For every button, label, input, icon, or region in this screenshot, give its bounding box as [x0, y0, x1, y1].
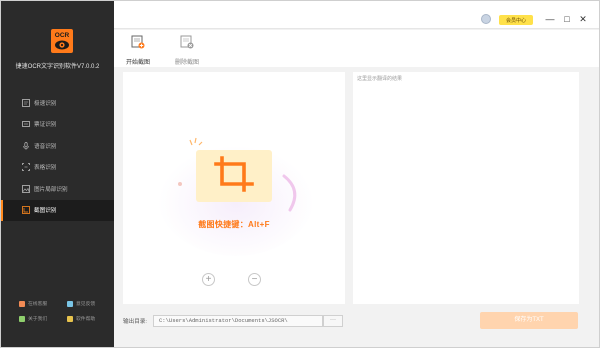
maximize-button[interactable]: □ [562, 14, 572, 24]
help-icon [67, 315, 73, 322]
app-title: 捷速OCR文字识别软件V7.0.0.2 [15, 64, 100, 70]
sidebar-item-label: 截图识别 [34, 208, 57, 215]
screenshot-placeholder-illustration-icon [158, 137, 314, 256]
footer-label: 在线客服 [28, 302, 48, 307]
result-placeholder: 这里显示翻译的结果 [357, 76, 403, 82]
service-icon [19, 300, 25, 307]
footer-label: 软件帮助 [76, 317, 96, 322]
online-service-link[interactable]: 在线客服 [19, 300, 67, 307]
table-icon [22, 163, 30, 172]
delete-screenshot-button[interactable]: 删除截图 [170, 35, 204, 66]
minimize-button[interactable]: — [545, 14, 555, 24]
user-avatar-icon[interactable] [481, 14, 491, 24]
sidebar-item-table-recognition[interactable]: 表格识别 [1, 157, 114, 179]
sidebar-item-label: 语音识别 [34, 143, 57, 150]
footer-label: 关于我们 [28, 317, 48, 322]
footer-label: 意见反馈 [76, 302, 96, 307]
svg-text:OCR: OCR [55, 32, 70, 39]
screen-icon [22, 98, 30, 107]
screenshot-preview-panel[interactable]: 截图快捷键：Alt+F + − [123, 72, 345, 304]
browse-button[interactable]: ··· [323, 315, 343, 327]
member-center-button[interactable]: 会员中心 [499, 15, 533, 25]
sidebar-item-fast-recognition[interactable]: 极速识别 [1, 92, 114, 114]
sidebar-item-image-crop-recognition[interactable]: 图片局部识别 [1, 178, 114, 200]
delete-screenshot-icon [180, 35, 194, 49]
member-center-label: 会员中心 [505, 17, 526, 24]
about-icon [19, 315, 25, 322]
sidebar-footer: 在线客服 意见反馈 关于我们 软件帮助 [19, 300, 109, 322]
app-logo-icon: OCR [51, 29, 73, 53]
title-bar: 会员中心 — □ ✕ [114, 1, 599, 29]
sidebar-item-label: 极速识别 [34, 100, 57, 107]
sidebar-item-label: 图片局部识别 [34, 186, 68, 193]
sidebar: OCR 捷速OCR文字识别软件V7.0.0.2 极速识别 票证识别 语音识别 表… [1, 1, 114, 347]
start-screenshot-icon [131, 35, 145, 49]
sidebar-item-ticket-recognition[interactable]: 票证识别 [1, 114, 114, 136]
sidebar-nav: 极速识别 票证识别 语音识别 表格识别 图片局部识别 截图识别 [1, 92, 114, 221]
result-text-area[interactable]: 这里显示翻译的结果 [353, 72, 579, 304]
start-screenshot-label: 开始截图 [125, 60, 150, 66]
about-link[interactable]: 关于我们 [19, 315, 67, 322]
delete-screenshot-label: 删除截图 [174, 60, 199, 66]
close-button[interactable]: ✕ [578, 14, 588, 24]
image-crop-icon [22, 184, 30, 193]
help-link[interactable]: 软件帮助 [67, 315, 115, 322]
start-screenshot-button[interactable]: 开始截图 [121, 35, 155, 66]
output-dir-label: 输出目录: [123, 319, 147, 325]
sidebar-item-label: 票证识别 [34, 122, 57, 129]
zoom-out-button[interactable]: − [248, 273, 261, 286]
screenshot-icon [22, 206, 30, 215]
save-txt-button[interactable]: 保存为TXT [480, 312, 578, 329]
voice-icon [23, 141, 29, 150]
screenshot-shortcut-text: 截图快捷键：Alt+F [198, 220, 270, 229]
sidebar-item-voice-recognition[interactable]: 语音识别 [1, 135, 114, 157]
toolbar: 开始截图 删除截图 [114, 30, 599, 67]
feedback-icon [67, 300, 73, 307]
sidebar-item-screenshot-recognition[interactable]: 截图识别 [1, 199, 114, 221]
app-window: OCR 捷速OCR文字识别软件V7.0.0.2 极速识别 票证识别 语音识别 表… [0, 0, 600, 348]
feedback-link[interactable]: 意见反馈 [67, 300, 115, 307]
output-dir-field[interactable]: C:\Users\Administrator\Documents\JSOCR\ [153, 315, 323, 327]
ticket-icon [22, 121, 30, 128]
sidebar-item-label: 表格识别 [34, 165, 57, 172]
zoom-in-button[interactable]: + [202, 273, 215, 286]
